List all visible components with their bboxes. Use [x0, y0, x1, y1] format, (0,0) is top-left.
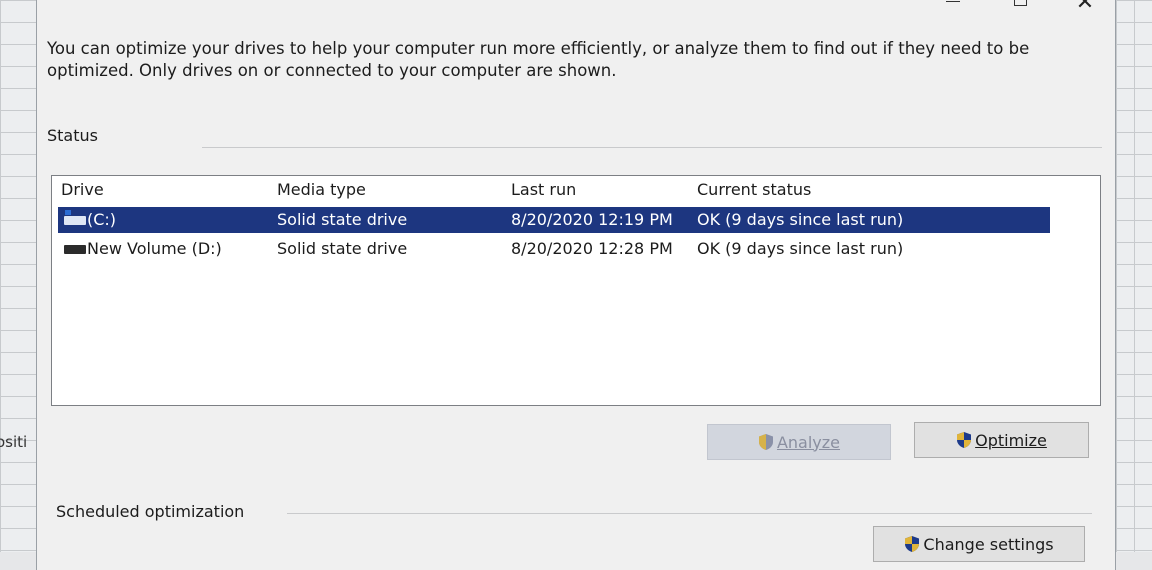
- shield-icon: [758, 433, 774, 451]
- drives-list[interactable]: Drive Media type Last run Current status…: [51, 175, 1101, 406]
- shield-icon: [956, 431, 972, 449]
- column-header-media-type[interactable]: Media type: [277, 180, 366, 199]
- optimize-button-label: Optimize: [975, 430, 1047, 450]
- maximize-icon: [1013, 0, 1027, 6]
- intro-text: You can optimize your drives to help you…: [47, 39, 1030, 80]
- background-spreadsheet-right: [1116, 0, 1152, 552]
- minimize-button[interactable]: [930, 0, 976, 14]
- status-group-divider: [202, 147, 1102, 148]
- background-cell-text: ositi: [0, 433, 28, 451]
- current-status: OK (9 days since last run): [697, 239, 904, 258]
- maximize-button[interactable]: [997, 0, 1043, 14]
- current-status: OK (9 days since last run): [697, 210, 904, 229]
- media-type: Solid state drive: [277, 239, 408, 258]
- optimize-button[interactable]: Optimize: [914, 422, 1089, 458]
- last-run: 8/20/2020 12:19 PM: [511, 210, 673, 229]
- status-group-label: Status: [47, 126, 98, 145]
- scheduled-group-divider: [287, 513, 1092, 514]
- drive-row-c[interactable]: (C:) Solid state drive 8/20/2020 12:19 P…: [58, 207, 1050, 233]
- drive-icon: [64, 245, 86, 254]
- scheduled-group-label: Scheduled optimization: [56, 502, 245, 521]
- column-header-last-run[interactable]: Last run: [511, 180, 576, 199]
- drive-name: (C:): [87, 210, 117, 229]
- optimize-drives-window: ✕ You can optimize your drives to help y…: [36, 0, 1116, 570]
- media-type: Solid state drive: [277, 210, 408, 229]
- column-header-current-status[interactable]: Current status: [697, 180, 811, 199]
- drive-row-d[interactable]: New Volume (D:) Solid state drive 8/20/2…: [58, 236, 1050, 262]
- system-drive-icon: [64, 210, 86, 225]
- close-button[interactable]: ✕: [1062, 0, 1108, 15]
- close-icon: ✕: [1075, 0, 1095, 15]
- shield-icon: [904, 535, 920, 553]
- analyze-button[interactable]: Analyze: [707, 424, 891, 460]
- analyze-button-label: Analyze: [776, 432, 841, 452]
- drive-name: New Volume (D:): [87, 239, 222, 258]
- minimize-icon: [946, 0, 960, 2]
- change-settings-button[interactable]: Change settings: [873, 526, 1085, 562]
- background-spreadsheet-left: ositi: [0, 0, 36, 552]
- column-header-drive[interactable]: Drive: [61, 180, 104, 199]
- last-run: 8/20/2020 12:28 PM: [511, 239, 673, 258]
- change-settings-label: Change settings: [923, 534, 1054, 554]
